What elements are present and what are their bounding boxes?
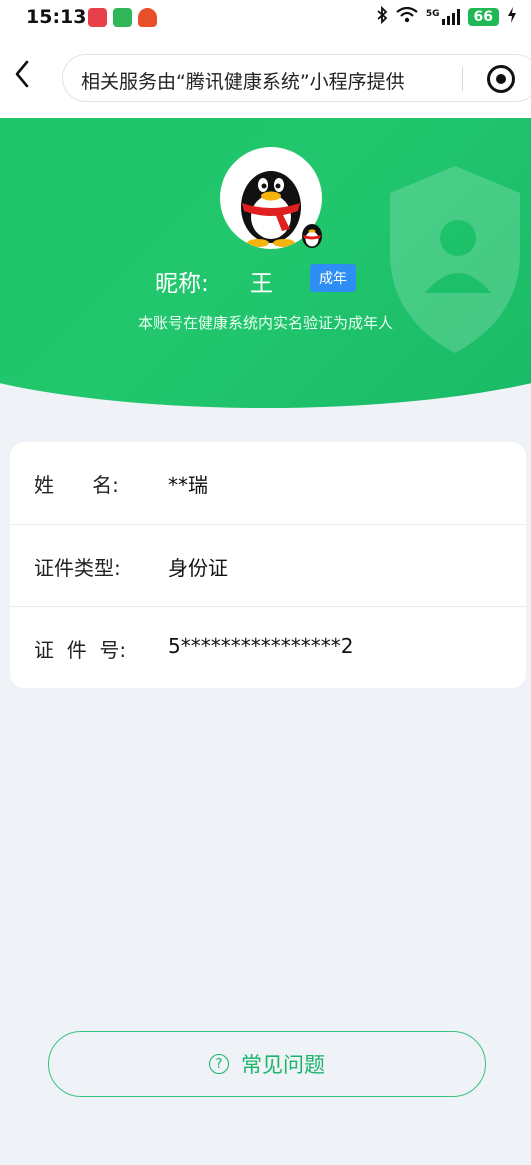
status-time: 15:13 [26, 6, 87, 28]
id-type-value: 身份证 [168, 556, 228, 580]
nickname-row: 昵称: 王 成年 [0, 264, 531, 297]
qq-badge-icon [302, 224, 322, 248]
game-app-icon [138, 8, 157, 27]
info-row-id-type: 证件类型: 身份证 [10, 524, 526, 607]
notification-app-icon [88, 8, 107, 27]
capsule-divider [462, 67, 463, 91]
nickname-value: 王 [250, 271, 273, 297]
adult-badge: 成年 [310, 264, 356, 292]
charging-icon [507, 7, 517, 27]
nickname-label: 昵称: [155, 271, 209, 297]
id-number-value: 5****************2 [168, 634, 354, 658]
nav-bar: 相关服务由“腾讯健康系统”小程序提供 [0, 34, 531, 118]
chevron-left-icon [15, 60, 29, 88]
message-app-icon [113, 8, 132, 27]
info-row-id-number: 证 件 号: 5****************2 [10, 606, 526, 688]
faq-label: 常见问题 [241, 1053, 325, 1077]
service-provider-text: 相关服务由“腾讯健康系统”小程序提供 [81, 71, 405, 93]
status-indicators: 5G 66 [376, 5, 517, 28]
miniprogram-close-button[interactable] [487, 65, 515, 93]
name-value: **瑞 [168, 473, 208, 497]
profile-header: 昵称: 王 成年 本账号在健康系统内实名验证为成年人 [0, 118, 531, 408]
target-icon [496, 74, 506, 84]
faq-button[interactable]: ? 常见问题 [48, 1031, 486, 1097]
bluetooth-icon [376, 5, 388, 28]
id-number-label: 证 件 号: [34, 638, 127, 662]
service-provider-capsule: 相关服务由“腾讯健康系统”小程序提供 [62, 54, 531, 102]
name-label: 姓 名: [34, 473, 119, 497]
identity-info-card: 姓 名: **瑞 证件类型: 身份证 证 件 号: 5*************… [10, 442, 526, 688]
wifi-icon [396, 6, 418, 27]
question-circle-icon: ? [209, 1054, 229, 1074]
battery-level: 66 [467, 8, 499, 26]
network-type-label: 5G [425, 9, 440, 19]
verification-note: 本账号在健康系统内实名验证为成年人 [137, 314, 393, 332]
back-button[interactable] [4, 52, 40, 96]
id-type-label: 证件类型: [34, 556, 121, 580]
info-row-name: 姓 名: **瑞 [10, 442, 526, 524]
status-bar: 15:13 5G 66 [0, 0, 531, 34]
signal-icon: 5G [426, 9, 460, 25]
